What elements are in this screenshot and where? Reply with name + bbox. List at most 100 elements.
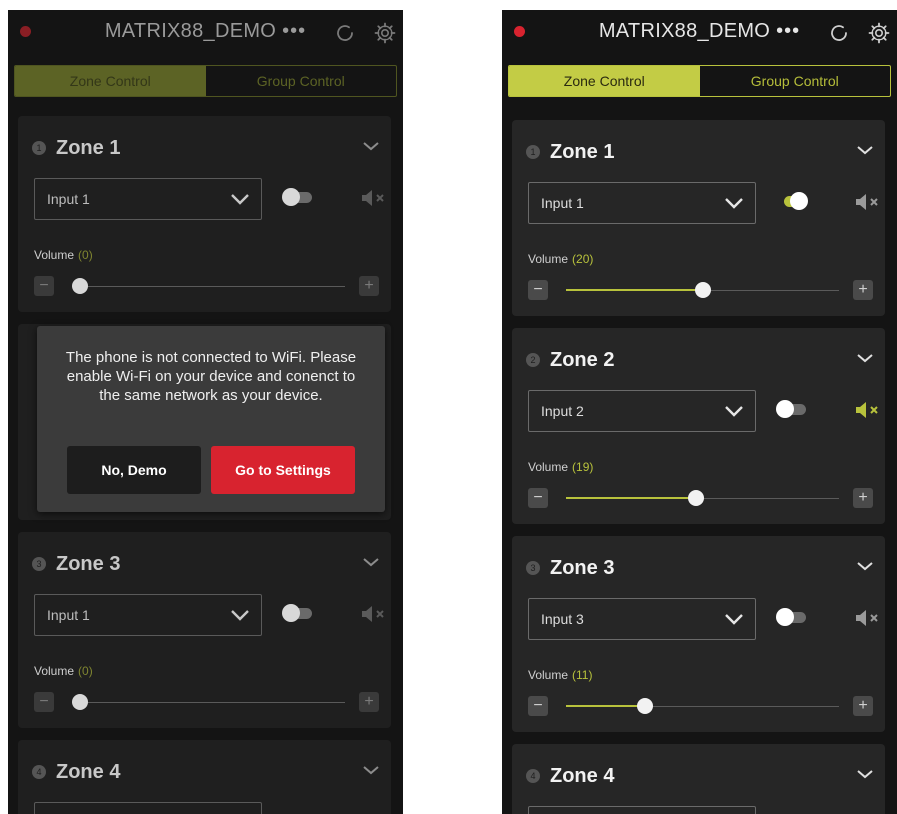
zone-power-toggle[interactable] [282, 604, 314, 622]
toggle-knob [776, 608, 794, 626]
zone-title: Zone 4 [56, 760, 121, 783]
input-select[interactable] [34, 802, 262, 814]
zone-power-toggle[interactable] [282, 188, 314, 206]
zone-title: Zone 1 [56, 136, 121, 159]
zone-card: 2 Zone 2 Input 2 Volume (19) − + [512, 328, 885, 524]
more-menu-icon[interactable]: ••• [282, 20, 306, 42]
input-select[interactable]: Input 3 [528, 598, 756, 640]
tab-zone-control[interactable]: Zone Control [15, 66, 206, 96]
volume-slider[interactable] [566, 488, 839, 508]
no-demo-button[interactable]: No, Demo [67, 446, 201, 494]
volume-value: (0) [78, 664, 93, 678]
slider-thumb[interactable] [72, 694, 88, 710]
tab-group-control[interactable]: Group Control [206, 66, 397, 96]
go-to-settings-button[interactable]: Go to Settings [211, 446, 355, 494]
dialog-message: The phone is not connected to WiFi. Plea… [65, 349, 357, 404]
slider-track [72, 702, 345, 703]
speaker-mute-icon[interactable] [360, 189, 388, 207]
volume-decrease-button[interactable]: − [528, 280, 548, 300]
input-select[interactable]: Input 1 [34, 594, 262, 636]
volume-value: (11) [572, 668, 593, 682]
tab-group-control[interactable]: Group Control [700, 66, 891, 96]
volume-label: Volume (11) [528, 668, 592, 682]
refresh-icon[interactable] [333, 21, 357, 45]
chevron-down-icon [231, 194, 249, 205]
speaker-mute-icon[interactable] [854, 193, 882, 211]
control-mode-tabs: Zone Control Group Control [14, 65, 397, 97]
volume-decrease-button[interactable]: − [34, 692, 54, 712]
slider-thumb[interactable] [694, 282, 711, 298]
zone-title: Zone 1 [550, 140, 615, 163]
speaker-mute-icon[interactable] [360, 605, 388, 623]
volume-decrease-button[interactable]: − [528, 488, 548, 508]
chevron-down-icon[interactable] [855, 142, 875, 158]
zone-number-badge: 3 [32, 557, 46, 571]
volume-slider[interactable] [566, 696, 839, 716]
volume-slider[interactable] [72, 276, 345, 296]
toggle-knob [776, 400, 794, 418]
chevron-down-icon[interactable] [361, 762, 381, 778]
volume-text: Volume [528, 460, 569, 474]
volume-decrease-button[interactable]: − [528, 696, 548, 716]
refresh-icon[interactable] [827, 21, 851, 45]
chevron-down-icon [725, 406, 743, 417]
slider-thumb[interactable] [636, 698, 653, 714]
chevron-down-icon[interactable] [855, 350, 875, 366]
volume-increase-button[interactable]: + [359, 692, 379, 712]
zone-header: 2 Zone 2 [526, 348, 614, 372]
tab-zone-control[interactable]: Zone Control [509, 66, 700, 96]
zone-card: 4 Zone 4 [512, 744, 885, 814]
input-select[interactable]: Input 1 [34, 178, 262, 220]
speaker-mute-icon[interactable] [854, 401, 882, 419]
chevron-down-icon [725, 198, 743, 209]
chevron-down-icon[interactable] [361, 554, 381, 570]
volume-label: Volume (0) [34, 248, 93, 262]
volume-increase-button[interactable]: + [359, 276, 379, 296]
zone-power-toggle[interactable] [776, 400, 808, 418]
volume-increase-button[interactable]: + [853, 280, 873, 300]
input-select[interactable]: Input 1 [528, 182, 756, 224]
volume-slider[interactable] [566, 280, 839, 300]
toggle-knob [790, 192, 808, 210]
toggle-knob [282, 604, 300, 622]
chevron-down-icon[interactable] [361, 138, 381, 154]
phone-screen-left: MATRIX88_DEMO ••• Zone Control Group Cont… [8, 10, 403, 814]
volume-value: (0) [78, 248, 93, 262]
zone-card: 1 Zone 1 Input 1 Volume (0) − + [18, 116, 391, 312]
slider-fill [566, 497, 697, 499]
slider-thumb[interactable] [688, 490, 705, 506]
zone-number-badge: 1 [32, 141, 46, 155]
volume-text: Volume [528, 252, 569, 266]
phone-screen-right: MATRIX88_DEMO ••• Zone Control Group Cont… [502, 10, 897, 814]
volume-value: (19) [572, 460, 594, 474]
volume-decrease-button[interactable]: − [34, 276, 54, 296]
speaker-mute-icon[interactable] [854, 609, 882, 627]
volume-value: (20) [572, 252, 594, 266]
chevron-down-icon[interactable] [855, 558, 875, 574]
gear-icon[interactable] [867, 21, 891, 45]
volume-label: Volume (0) [34, 664, 93, 678]
volume-increase-button[interactable]: + [853, 696, 873, 716]
chevron-down-icon[interactable] [855, 766, 875, 782]
slider-thumb[interactable] [72, 278, 88, 294]
zone-power-toggle[interactable] [776, 608, 808, 626]
top-bar: MATRIX88_DEMO ••• [502, 10, 897, 56]
volume-increase-button[interactable]: + [853, 488, 873, 508]
volume-label: Volume (19) [528, 460, 593, 474]
zone-title: Zone 3 [550, 556, 615, 579]
zone-number-badge: 3 [526, 561, 540, 575]
more-menu-icon[interactable]: ••• [776, 20, 800, 42]
input-select[interactable]: Input 2 [528, 390, 756, 432]
zone-title: Zone 2 [550, 348, 615, 371]
input-select-value: Input 1 [541, 195, 584, 211]
zone-number-badge: 2 [526, 353, 540, 367]
volume-slider[interactable] [72, 692, 345, 712]
zone-power-toggle[interactable] [776, 192, 808, 210]
input-select[interactable] [528, 806, 756, 814]
device-name: MATRIX88_DEMO [104, 20, 277, 42]
chevron-down-icon [231, 610, 249, 621]
gear-icon[interactable] [373, 21, 397, 45]
volume-text: Volume [34, 664, 75, 678]
zone-number-badge: 4 [32, 765, 46, 779]
slider-fill [566, 705, 645, 707]
